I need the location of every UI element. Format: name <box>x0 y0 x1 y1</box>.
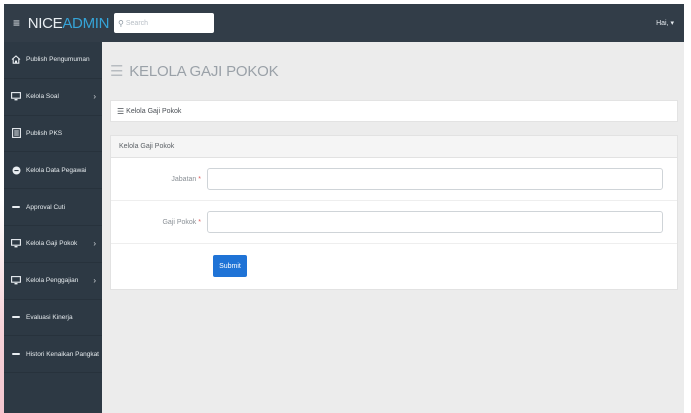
jabatan-input[interactable] <box>207 168 663 190</box>
field-label-gaji-pokok: Gaji Pokok * <box>111 219 207 226</box>
breadcrumb-item[interactable]: Kelola Gaji Pokok <box>126 108 181 115</box>
page-title: ☰ KELOLA GAJI POKOK <box>110 61 279 81</box>
sidebar-item-kelola-soal[interactable]: Kelola Soal › <box>4 79 102 116</box>
menu-toggle-icon[interactable]: ≡ <box>13 16 20 30</box>
chevron-right-icon: › <box>93 92 96 102</box>
sidebar-item-label: Publish PKS <box>26 129 63 137</box>
main-content: ☰ KELOLA GAJI POKOK ☰ Kelola Gaji Pokok … <box>102 42 684 413</box>
list-icon: ☰ <box>117 106 125 116</box>
chevron-right-icon: › <box>93 276 96 286</box>
home-icon <box>10 55 22 65</box>
sidebar-item-label: Kelola Data Pegawai <box>26 166 87 174</box>
sidebar-item-label: Evaluasi Kinerja <box>26 313 73 321</box>
form-row-gaji-pokok: Gaji Pokok * <box>111 201 677 244</box>
brand-name-part1: NICE <box>27 14 63 32</box>
search-placeholder: Search <box>125 19 149 27</box>
form-actions: Submit <box>111 244 677 288</box>
circle-icon <box>10 166 22 175</box>
gaji-pokok-input[interactable] <box>207 211 663 233</box>
field-label-text: Gaji Pokok <box>162 218 197 226</box>
sidebar-item-kelola-data-pegawai[interactable]: Kelola Data Pegawai <box>4 152 102 190</box>
field-label-text: Jabatan <box>171 175 197 183</box>
top-navbar: ≡ NICE ADMIN ⚲ Search Hai, ▾ <box>4 4 684 42</box>
sidebar-item-label: Kelola Penggajian <box>26 277 79 285</box>
required-mark: * <box>198 175 201 183</box>
monitor-icon <box>10 239 22 248</box>
sidebar-item-publish-pengumuman[interactable]: Publish Pengumuman <box>4 42 102 79</box>
form-row-jabatan: Jabatan * <box>111 158 677 201</box>
sidebar-item-label: Approval Cuti <box>26 203 66 211</box>
sidebar-item-kelola-gaji-pokok[interactable]: Kelola Gaji Pokok › <box>4 226 102 263</box>
sidebar-item-approval-cuti[interactable]: Approval Cuti <box>4 189 102 226</box>
sidebar: Publish Pengumuman Kelola Soal › Publish… <box>4 42 102 413</box>
sidebar-item-label: Kelola Gaji Pokok <box>26 240 78 248</box>
sidebar-item-publish-pks[interactable]: Publish PKS <box>4 116 102 153</box>
sidebar-item-label: Histori Kenaikan Pangkat <box>26 350 99 358</box>
panel-title: Kelola Gaji Pokok <box>111 136 677 158</box>
chevron-right-icon: › <box>93 239 96 249</box>
required-mark: * <box>198 218 201 226</box>
list-icon: ☰ <box>110 63 124 80</box>
brand[interactable]: ≡ NICE ADMIN <box>4 4 109 42</box>
sidebar-item-histori-kenaikan-pangkat[interactable]: Histori Kenaikan Pangkat <box>4 336 102 374</box>
app-frame: ≡ NICE ADMIN ⚲ Search Hai, ▾ Publish Pen… <box>0 0 691 413</box>
page-title-text: KELOLA GAJI POKOK <box>129 62 279 80</box>
form-panel: Kelola Gaji Pokok Jabatan * Gaji Pokok *… <box>110 135 678 290</box>
sidebar-item-kelola-penggajian[interactable]: Kelola Penggajian › <box>4 263 102 300</box>
monitor-icon <box>10 92 22 101</box>
search-icon: ⚲ <box>118 18 124 28</box>
user-menu[interactable]: Hai, ▾ <box>656 19 674 27</box>
sidebar-item-evaluasi-kinerja[interactable]: Evaluasi Kinerja <box>4 300 102 337</box>
document-icon <box>10 128 22 139</box>
dash-icon <box>10 206 22 209</box>
monitor-icon <box>10 276 22 285</box>
brand-name-part2: ADMIN <box>62 14 110 32</box>
sidebar-item-label: Publish Pengumuman <box>26 56 90 64</box>
search-input[interactable]: ⚲ Search <box>114 13 214 33</box>
dash-icon <box>10 316 22 319</box>
dash-icon <box>10 353 22 356</box>
sidebar-item-label: Kelola Soal <box>26 93 59 101</box>
field-label-jabatan: Jabatan * <box>111 176 207 183</box>
breadcrumb: ☰ Kelola Gaji Pokok <box>110 100 678 122</box>
submit-button[interactable]: Submit <box>213 255 247 277</box>
